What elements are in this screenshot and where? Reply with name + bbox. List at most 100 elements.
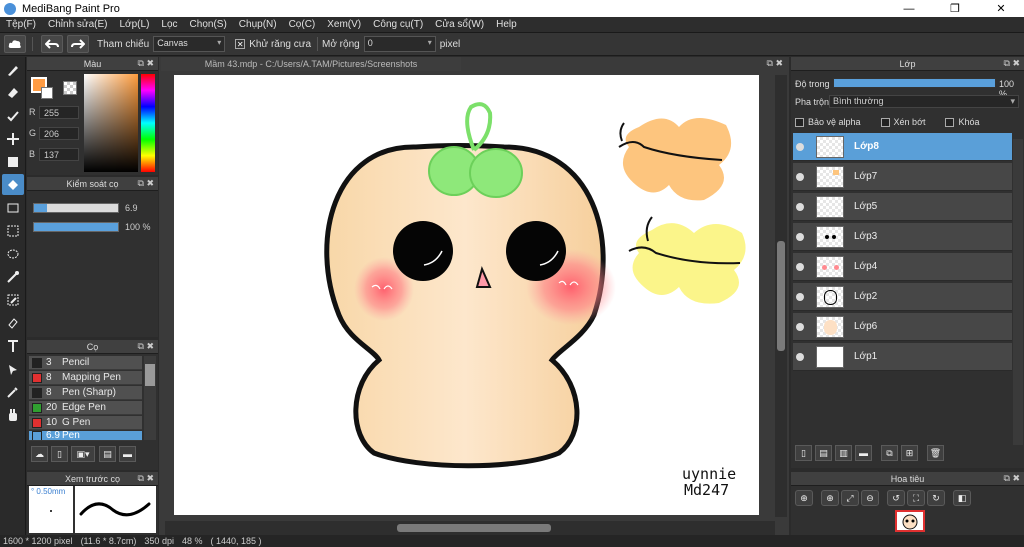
visibility-eye-icon[interactable]	[796, 202, 804, 211]
fit-screen-button[interactable]: ⛶	[907, 490, 925, 506]
bucket-tool[interactable]	[2, 174, 24, 195]
layer-list-scrollbar[interactable]	[1013, 139, 1023, 445]
duplicate-layer-button[interactable]: ⧉	[881, 445, 898, 461]
minimize-button[interactable]: —	[886, 0, 932, 17]
delete-layer-button[interactable]: 🗑	[927, 445, 944, 461]
maximize-button[interactable]: ❐	[932, 0, 978, 17]
layer-item-lop6[interactable]: Lớp6	[793, 313, 1012, 341]
brush-item-pen[interactable]: 6.9 Pen	[29, 431, 142, 441]
dot-tool[interactable]	[2, 105, 24, 126]
rotate-left-button[interactable]: ↺	[887, 490, 905, 506]
brush-item-mapping-pen[interactable]: 8 Mapping Pen	[29, 371, 142, 385]
gradient-tool[interactable]	[2, 197, 24, 218]
brush-folder-button[interactable]: ▬	[119, 446, 136, 462]
new-folder-button[interactable]: ▬	[855, 445, 872, 461]
brush-item-pencil[interactable]: 3 Pencil	[29, 356, 142, 370]
brush-item-g-pen[interactable]: 10 G Pen	[29, 416, 142, 430]
menu-filter[interactable]: Lọc	[155, 19, 183, 30]
brush-size-slider[interactable]	[33, 203, 119, 213]
flip-button[interactable]: ◧	[953, 490, 971, 506]
menu-tools[interactable]: Công cụ(T)	[367, 19, 429, 30]
brush-tool[interactable]	[2, 59, 24, 80]
brush-settings-button[interactable]: ▤	[99, 446, 116, 462]
new-layer-button[interactable]: ▯	[795, 445, 812, 461]
menu-layer[interactable]: Lớp(L)	[114, 19, 156, 30]
select-rect-tool[interactable]	[2, 220, 24, 241]
layer-item-lop8[interactable]: Lớp8	[793, 133, 1012, 161]
antialias-checkbox[interactable]: ✕	[235, 39, 246, 49]
brush-opacity-slider[interactable]	[33, 222, 119, 232]
brush-list-scrollbar[interactable]	[144, 356, 156, 440]
add-brush-menu-button[interactable]: ▣▾	[71, 446, 95, 462]
panel-controls-icon[interactable]: ⧉ ✖	[1004, 473, 1020, 484]
expand-select[interactable]: 0	[363, 36, 436, 52]
scrollbar-thumb[interactable]	[777, 241, 785, 351]
visibility-eye-icon[interactable]	[796, 172, 804, 181]
redo-button[interactable]	[67, 35, 89, 53]
undo-button[interactable]	[41, 35, 63, 53]
select-pen-tool[interactable]	[2, 289, 24, 310]
add-brush-button[interactable]: ☁	[31, 446, 48, 462]
scrollbar-thumb[interactable]	[145, 364, 155, 386]
hand-tool[interactable]	[2, 404, 24, 425]
panel-controls-icon[interactable]: ⧉ ✖	[138, 473, 154, 484]
reference-select[interactable]: Canvas	[153, 36, 226, 52]
canvas-controls-icon[interactable]: ⧉ ✖	[767, 58, 783, 69]
visibility-eye-icon[interactable]	[796, 142, 804, 151]
brush-item-edge-pen[interactable]: 20 Edge Pen	[29, 401, 142, 415]
lock-checkbox[interactable]	[945, 117, 955, 127]
clipping-checkbox[interactable]	[880, 117, 890, 127]
canvas-vertical-scrollbar[interactable]	[775, 75, 787, 517]
new-8bit-layer-button[interactable]: ▥	[835, 445, 852, 461]
g-field[interactable]: 206	[39, 126, 79, 140]
fit-window-button[interactable]: ⤢	[841, 490, 859, 506]
canvas-horizontal-scrollbar[interactable]	[165, 521, 775, 535]
eraser-tool[interactable]	[2, 82, 24, 103]
rotate-right-button[interactable]: ↻	[927, 490, 945, 506]
r-field[interactable]: 255	[39, 105, 79, 119]
scrollbar-thumb[interactable]	[397, 524, 551, 532]
cloud-button[interactable]	[4, 35, 26, 53]
blend-mode-select[interactable]: Bình thường	[829, 95, 1019, 108]
protect-alpha-checkbox[interactable]	[795, 117, 804, 127]
menu-edit[interactable]: Chỉnh sửa(E)	[42, 19, 114, 30]
menu-window[interactable]: Cửa sổ(W)	[429, 19, 490, 30]
close-button[interactable]: ✕	[978, 0, 1024, 17]
layer-item-lop3[interactable]: Lớp3	[793, 223, 1012, 251]
brush-item-pen-sharp[interactable]: 8 Pen (Sharp)	[29, 386, 142, 400]
menu-view[interactable]: Xem(V)	[321, 19, 367, 30]
visibility-eye-icon[interactable]	[796, 352, 804, 361]
drawing-canvas[interactable]: uynnie Md247	[174, 75, 759, 515]
visibility-eye-icon[interactable]	[796, 292, 804, 301]
visibility-eye-icon[interactable]	[796, 262, 804, 271]
panel-controls-icon[interactable]: ⧉ ✖	[138, 178, 154, 189]
layer-item-lop1[interactable]: Lớp1	[793, 343, 1012, 371]
layer-opacity-slider[interactable]	[833, 78, 996, 88]
navigator-thumbnail[interactable]	[895, 510, 925, 532]
panel-controls-icon[interactable]: ⧉ ✖	[138, 58, 154, 69]
shape-fill-tool[interactable]	[2, 151, 24, 172]
layer-item-lop4[interactable]: Lớp4	[793, 253, 1012, 281]
b-field[interactable]: 137	[39, 147, 79, 161]
menu-snap[interactable]: Chụp(N)	[233, 19, 283, 30]
hue-slider[interactable]	[141, 74, 155, 172]
menu-brush[interactable]: Cọ(C)	[283, 19, 322, 30]
panel-controls-icon[interactable]: ⧉ ✖	[138, 341, 154, 352]
layer-item-lop7[interactable]: Lớp7	[793, 163, 1012, 191]
transparent-color-swatch[interactable]	[63, 81, 77, 95]
secondary-color-swatch[interactable]	[41, 87, 53, 99]
layer-item-lop2[interactable]: Lớp2	[793, 283, 1012, 311]
saturation-value-picker[interactable]	[84, 74, 138, 172]
operation-tool[interactable]	[2, 358, 24, 379]
panel-controls-icon[interactable]: ⧉ ✖	[1004, 58, 1020, 69]
new-brush-button[interactable]: ▯	[51, 446, 68, 462]
new-halftone-layer-button[interactable]: ▤	[815, 445, 832, 461]
lasso-tool[interactable]	[2, 243, 24, 264]
select-eraser-tool[interactable]	[2, 312, 24, 333]
visibility-eye-icon[interactable]	[796, 232, 804, 241]
document-tab[interactable]: Mầm 43.mdp - C:/Users/A.TAM/Pictures/Scr…	[161, 57, 461, 71]
text-tool[interactable]	[2, 335, 24, 356]
menu-help[interactable]: Help	[490, 19, 523, 30]
merge-layer-button[interactable]: ⊞	[901, 445, 918, 461]
layer-item-lop5[interactable]: Lớp5	[793, 193, 1012, 221]
